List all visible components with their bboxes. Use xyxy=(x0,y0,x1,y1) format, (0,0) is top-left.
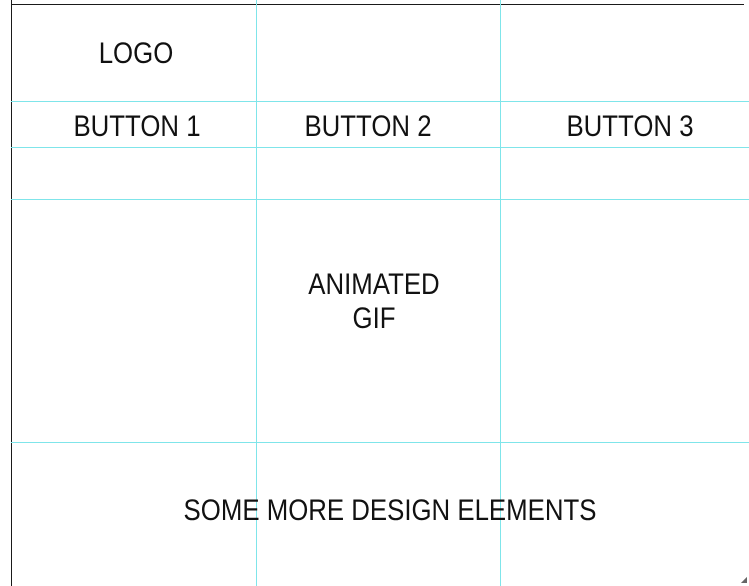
footer-design-elements: SOME MORE DESIGN ELEMENTS xyxy=(183,494,597,527)
hero-line-1: ANIMATED xyxy=(308,268,440,301)
guide-horizontal-4 xyxy=(11,442,749,443)
resize-grip-icon[interactable]: ◢ xyxy=(741,575,747,584)
hero-animated-gif: ANIMATED GIF xyxy=(274,268,474,336)
canvas-top-border xyxy=(11,4,744,5)
wireframe-canvas: LOGO BUTTON 1 BUTTON 2 BUTTON 3 ANIMATED… xyxy=(0,0,749,586)
logo-placeholder: LOGO xyxy=(98,37,174,70)
guide-horizontal-1 xyxy=(11,101,749,102)
guide-horizontal-3 xyxy=(11,199,749,200)
hero-line-2: GIF xyxy=(352,302,396,335)
nav-button-1[interactable]: BUTTON 1 xyxy=(51,110,223,144)
nav-button-2[interactable]: BUTTON 2 xyxy=(282,110,454,144)
canvas-left-border xyxy=(11,0,12,586)
nav-button-3[interactable]: BUTTON 3 xyxy=(544,110,716,144)
guide-horizontal-2 xyxy=(11,147,749,148)
